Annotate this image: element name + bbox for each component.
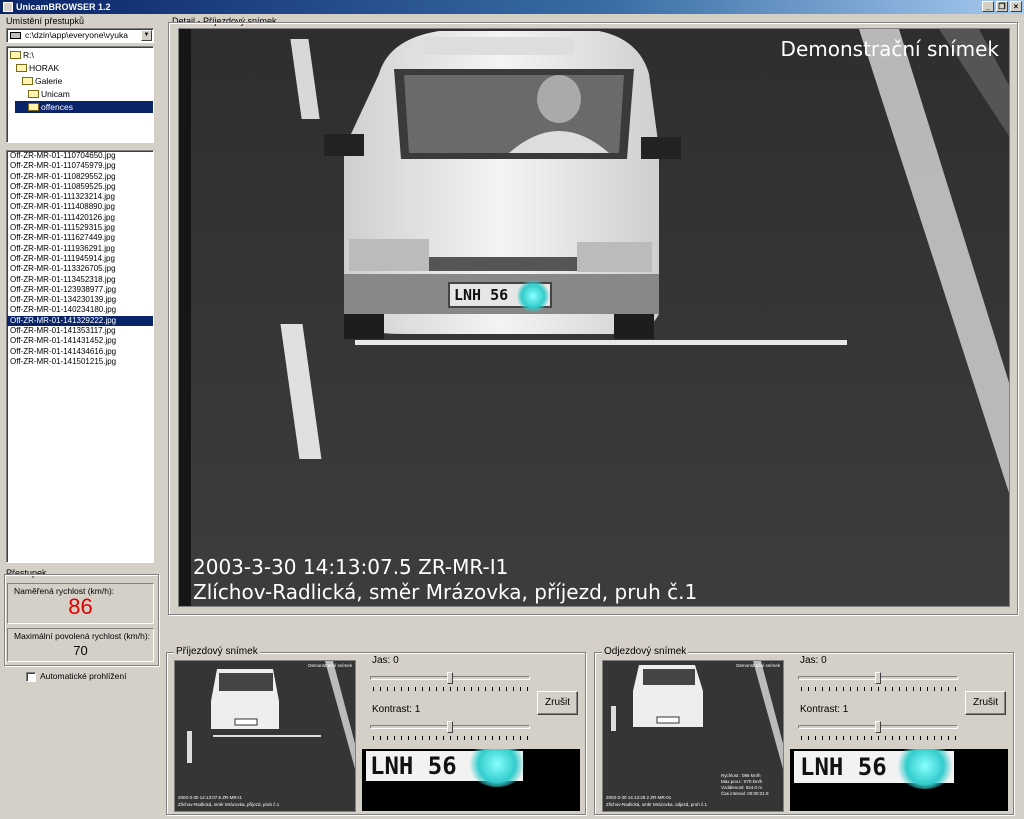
arrival-label: Příjezdový snímek — [174, 646, 260, 657]
arrival-contrast-label: Kontrast: 1 — [372, 704, 421, 715]
detail-timestamp: 2003-3-30 14:13:07.5 ZR-MR-I1 — [193, 555, 509, 579]
arrival-plate-crop: LNH 56 — [362, 749, 580, 811]
window-title: UnicamBROWSER 1.2 — [16, 2, 111, 12]
measured-speed-box: Naměřená rychlost (km/h): 86 — [7, 583, 154, 624]
file-list-item[interactable]: Off-ZR-MR-01-123938977.jpg — [7, 285, 153, 295]
departure-stat-0: Rychlost : 086 km/h — [721, 773, 761, 778]
file-list-item[interactable]: Off-ZR-MR-01-113452318.jpg — [7, 275, 153, 285]
departure-stat-2: Vzdálenost: 524.0 m — [721, 785, 763, 790]
folder-tree[interactable]: R:\ HORAK Galerie Unicam offences — [6, 46, 154, 143]
departure-plate-crop: LNH 56 — [790, 749, 1008, 811]
close-button[interactable]: × — [1010, 1, 1022, 12]
restore-button[interactable]: ❐ — [996, 1, 1008, 12]
tree-item-unicam[interactable]: Unicam — [27, 88, 73, 100]
detail-watermark: Demonstrační snímek — [780, 37, 999, 61]
file-list-item[interactable]: Off-ZR-MR-01-111529315.jpg — [7, 223, 153, 233]
file-list-item[interactable]: Off-ZR-MR-01-141431452.jpg — [7, 336, 153, 346]
measured-speed-value: 86 — [68, 594, 93, 619]
drive-icon — [10, 32, 21, 39]
arrival-thumbnail[interactable]: Demonstrační snímek 2003-3-30 14:13:07.5… — [174, 660, 356, 812]
folder-open-icon — [22, 77, 33, 85]
folder-open-icon — [16, 64, 27, 72]
file-list-item[interactable]: Off-ZR-MR-01-110704650.jpg — [7, 151, 153, 161]
departure-cancel-button[interactable]: Zrušit — [965, 691, 1006, 715]
file-list-item[interactable]: Off-ZR-MR-01-111420126.jpg — [7, 213, 153, 223]
detail-scene — [179, 29, 1009, 606]
arrival-contrast-slider[interactable] — [447, 721, 453, 733]
max-speed-label: Maximální povolená rychlost (km/h): — [14, 631, 151, 641]
departure-contrast-label: Kontrast: 1 — [800, 704, 849, 715]
detail-image[interactable]: Demonstrační snímek LNH 56 2003-3-30 14:… — [178, 28, 1010, 607]
arrival-scene — [175, 661, 355, 811]
arrival-contrast-ticks — [373, 736, 529, 740]
location-label: Umístění přestupků — [6, 16, 85, 26]
folder-open-icon — [28, 103, 39, 111]
file-list-item[interactable]: Off-ZR-MR-01-111627449.jpg — [7, 233, 153, 243]
max-speed-box: Maximální povolená rychlost (km/h): 70 — [7, 628, 154, 662]
tree-item-root[interactable]: R:\ — [9, 49, 37, 61]
departure-thumbnail[interactable]: Demonstrační snímek Rychlost : 086 km/h … — [602, 660, 784, 812]
departure-brightness-label: Jas: 0 — [800, 655, 827, 666]
arrival-thumb-line2: Zlíchov-Radlická, směr Mrázovka, příjezd… — [178, 802, 280, 807]
folder-open-icon — [28, 90, 39, 98]
departure-thumb-line2: Zlíchov-Radlická, směr Mrázovka, odjezd,… — [606, 802, 708, 807]
departure-label: Odjezdový snímek — [602, 646, 689, 657]
departure-plate-blob — [896, 749, 954, 789]
departure-thumb-line1: 2003-3-30 14:13:29.2 ZR-MR-01 — [606, 795, 672, 800]
detail-plate-text: LNH 56 — [454, 286, 509, 304]
path-dropdown[interactable]: c:\dzin\app\everyone\vyuka ▼ — [6, 28, 154, 43]
departure-brightness-ticks — [801, 687, 957, 691]
file-list-item[interactable]: Off-ZR-MR-01-110829552.jpg — [7, 172, 153, 182]
max-speed-value: 70 — [73, 643, 88, 658]
departure-thumb-watermark: Demonstrační snímek — [736, 663, 780, 668]
file-list-item[interactable]: Off-ZR-MR-01-111936291.jpg — [7, 244, 153, 254]
file-list[interactable]: Off-ZR-MR-01-110704650.jpg Off-ZR-MR-01-1… — [6, 150, 154, 563]
file-list-item[interactable]: Off-ZR-MR-01-113326705.jpg — [7, 264, 153, 274]
departure-contrast-slider[interactable] — [875, 721, 881, 733]
arrival-thumb-line1: 2003-3-30 14:13:07.5 ZR-MR-I1 — [178, 795, 243, 800]
auto-browse-label: Automatické prohlížení — [40, 671, 127, 681]
file-list-item[interactable]: Off-ZR-MR-01-110859525.jpg — [7, 182, 153, 192]
file-list-item[interactable]: Off-ZR-MR-01-134230139.jpg — [7, 295, 153, 305]
file-list-item[interactable]: Off-ZR-MR-01-140234180.jpg — [7, 305, 153, 315]
file-list-item[interactable]: Off-ZR-MR-01-141434616.jpg — [7, 347, 153, 357]
auto-browse-checkbox[interactable] — [26, 672, 36, 682]
detail-location: Zlíchov-Radlická, směr Mrázovka, příjezd… — [193, 580, 698, 604]
minimize-button[interactable]: _ — [982, 1, 994, 12]
departure-contrast-ticks — [801, 736, 957, 740]
tree-item-offences[interactable]: offences — [15, 101, 153, 113]
file-list-item[interactable]: Off-ZR-MR-01-111945914.jpg — [7, 254, 153, 264]
file-list-item[interactable]: Off-ZR-MR-01-141501215.jpg — [7, 357, 153, 367]
file-list-item[interactable]: Off-ZR-MR-01-141329222.jpg — [7, 315, 153, 327]
departure-brightness-slider[interactable] — [875, 672, 881, 684]
arrival-brightness-ticks — [373, 687, 529, 691]
arrival-plate-blob — [468, 749, 526, 787]
arrival-brightness-label: Jas: 0 — [372, 655, 399, 666]
app-icon — [3, 2, 13, 12]
title-bar: UnicamBROWSER 1.2 _ ❐ × — [0, 0, 1024, 14]
file-list-item[interactable]: Off-ZR-MR-01-111408890.jpg — [7, 202, 153, 212]
arrival-thumb-watermark: Demonstrační snímek — [308, 663, 352, 668]
tree-item-horak[interactable]: HORAK — [15, 62, 62, 74]
file-list-item[interactable]: Off-ZR-MR-01-141353117.jpg — [7, 326, 153, 336]
path-value: c:\dzin\app\everyone\vyuka — [25, 30, 129, 40]
arrival-brightness-slider[interactable] — [447, 672, 453, 684]
chevron-down-icon[interactable]: ▼ — [141, 30, 152, 41]
departure-stat-1: Max.pov.r.: 070 km/h — [721, 779, 763, 784]
file-list-item[interactable]: Off-ZR-MR-01-111323214.jpg — [7, 192, 153, 202]
arrival-cancel-button[interactable]: Zrušit — [537, 691, 578, 715]
tree-item-galerie[interactable]: Galerie — [21, 75, 65, 87]
folder-open-icon — [10, 51, 21, 59]
plate-mask-blob — [517, 280, 549, 312]
file-list-item[interactable]: Off-ZR-MR-01-110745979.jpg — [7, 161, 153, 171]
departure-stat-3: Čas interval: 00:00:21.9 — [721, 791, 769, 796]
